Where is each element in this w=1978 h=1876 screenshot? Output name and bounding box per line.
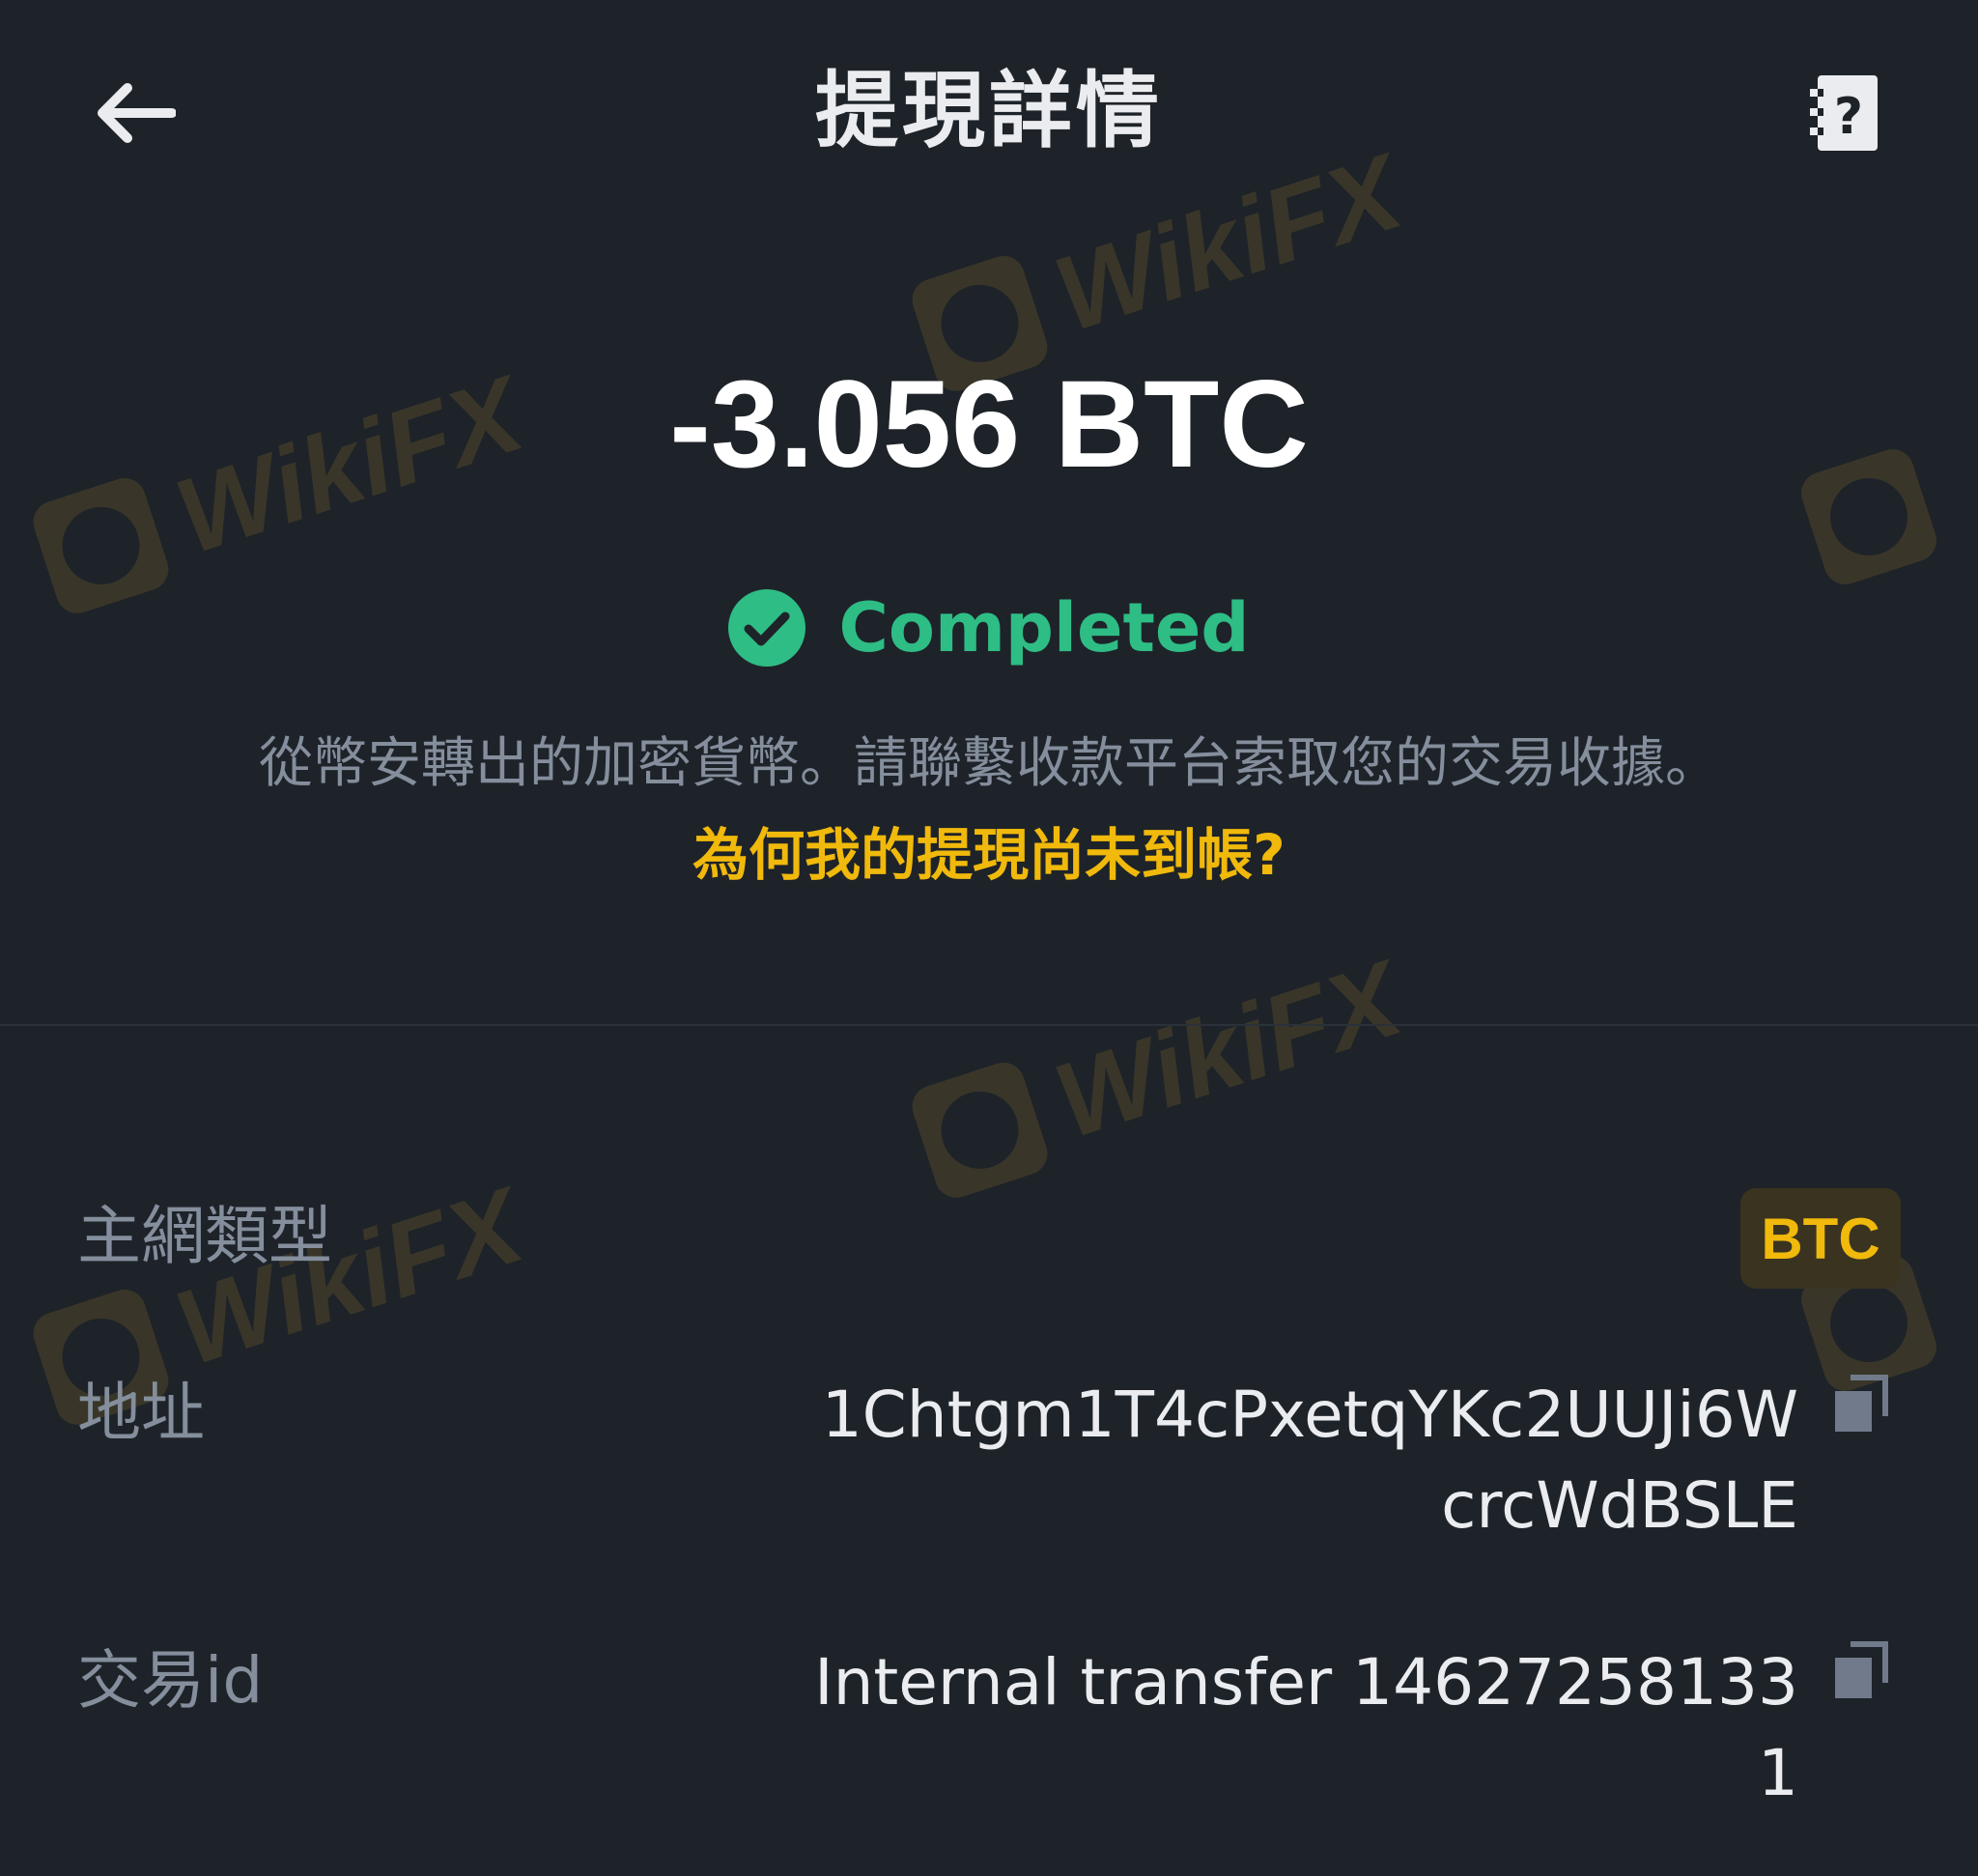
copy-address-button[interactable] [1833,1374,1889,1435]
divider [0,1024,1978,1026]
address-value: 1Chtgm1T4cPxetqYKc2UUJi6W crcWdBSLE [821,1378,1798,1543]
withdrawal-amount: -3.056 BTC [669,355,1309,494]
network-label: 主網類型 [77,1199,332,1273]
description-text: 從幣安轉出的加密貨幣。請聯繫收款平台索取您的交易收據。 [259,732,1719,795]
eagle-logo-icon [912,1063,1048,1198]
help-button[interactable]: ? [1804,70,1885,156]
network-badge: BTC [1740,1188,1901,1289]
address-label: 地址 [77,1376,205,1450]
check-circle-icon [728,589,806,667]
page-title: 提現詳情 [815,63,1163,159]
withdrawal-faq-link[interactable]: 為何我的提現尚未到帳? [0,811,1978,898]
copy-icon [1835,1641,1888,1698]
header: 提現詳情 ? [0,0,1978,222]
help-document-icon: ? [1810,75,1878,151]
status-text: Completed [838,588,1250,668]
copy-icon [1835,1375,1888,1432]
txid-label: 交易id [77,1643,264,1718]
watermark-text: WikiFX [1041,938,1415,1161]
txid-value: Internal transfer 14627258133 1 [814,1645,1798,1810]
watermark-logo: WikiFX [901,935,1416,1209]
svg-text:?: ? [1834,88,1863,146]
status-row: Completed [0,580,1978,676]
copy-txid-button[interactable] [1833,1640,1889,1702]
